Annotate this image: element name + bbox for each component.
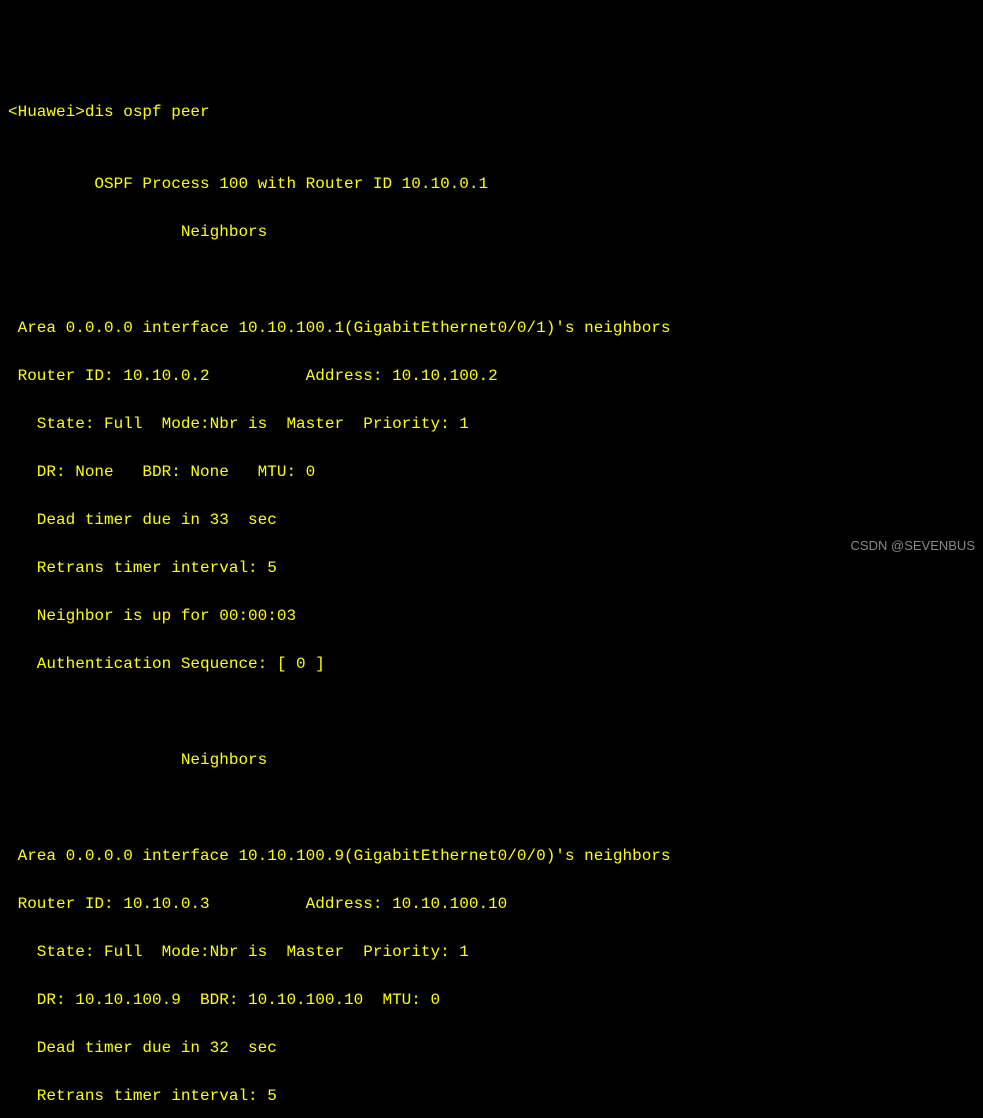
peer2-state: State: Full Mode:Nbr is Master Priority:… xyxy=(8,940,975,964)
peer1-uptime: Neighbor is up for 00:00:03 xyxy=(8,604,975,628)
peer2-retrans: Retrans timer interval: 5 xyxy=(8,1084,975,1108)
peer1-router: Router ID: 10.10.0.2 Address: 10.10.100.… xyxy=(8,364,975,388)
peer2-area: Area 0.0.0.0 interface 10.10.100.9(Gigab… xyxy=(8,844,975,868)
peer1-state: State: Full Mode:Nbr is Master Priority:… xyxy=(8,412,975,436)
neighbors-label: Neighbors xyxy=(8,220,975,244)
peer1-dr: DR: None BDR: None MTU: 0 xyxy=(8,460,975,484)
blank-line xyxy=(8,268,975,292)
blank-line xyxy=(8,700,975,724)
peer1-dead: Dead timer due in 33 sec xyxy=(8,508,975,532)
watermark-text: CSDN @SEVENBUS xyxy=(851,536,975,556)
command-input[interactable]: dis ospf peer xyxy=(85,103,210,121)
peer2-dr: DR: 10.10.100.9 BDR: 10.10.100.10 MTU: 0 xyxy=(8,988,975,1012)
blank-line xyxy=(8,796,975,820)
process-header: OSPF Process 100 with Router ID 10.10.0.… xyxy=(8,172,975,196)
peer2-dead: Dead timer due in 32 sec xyxy=(8,1036,975,1060)
prompt-hostname: <Huawei> xyxy=(8,103,85,121)
peer1-auth: Authentication Sequence: [ 0 ] xyxy=(8,652,975,676)
peer2-router: Router ID: 10.10.0.3 Address: 10.10.100.… xyxy=(8,892,975,916)
peer1-area: Area 0.0.0.0 interface 10.10.100.1(Gigab… xyxy=(8,316,975,340)
peer1-retrans: Retrans timer interval: 5 xyxy=(8,556,975,580)
blank-line xyxy=(8,124,975,148)
neighbors-label: Neighbors xyxy=(8,748,975,772)
